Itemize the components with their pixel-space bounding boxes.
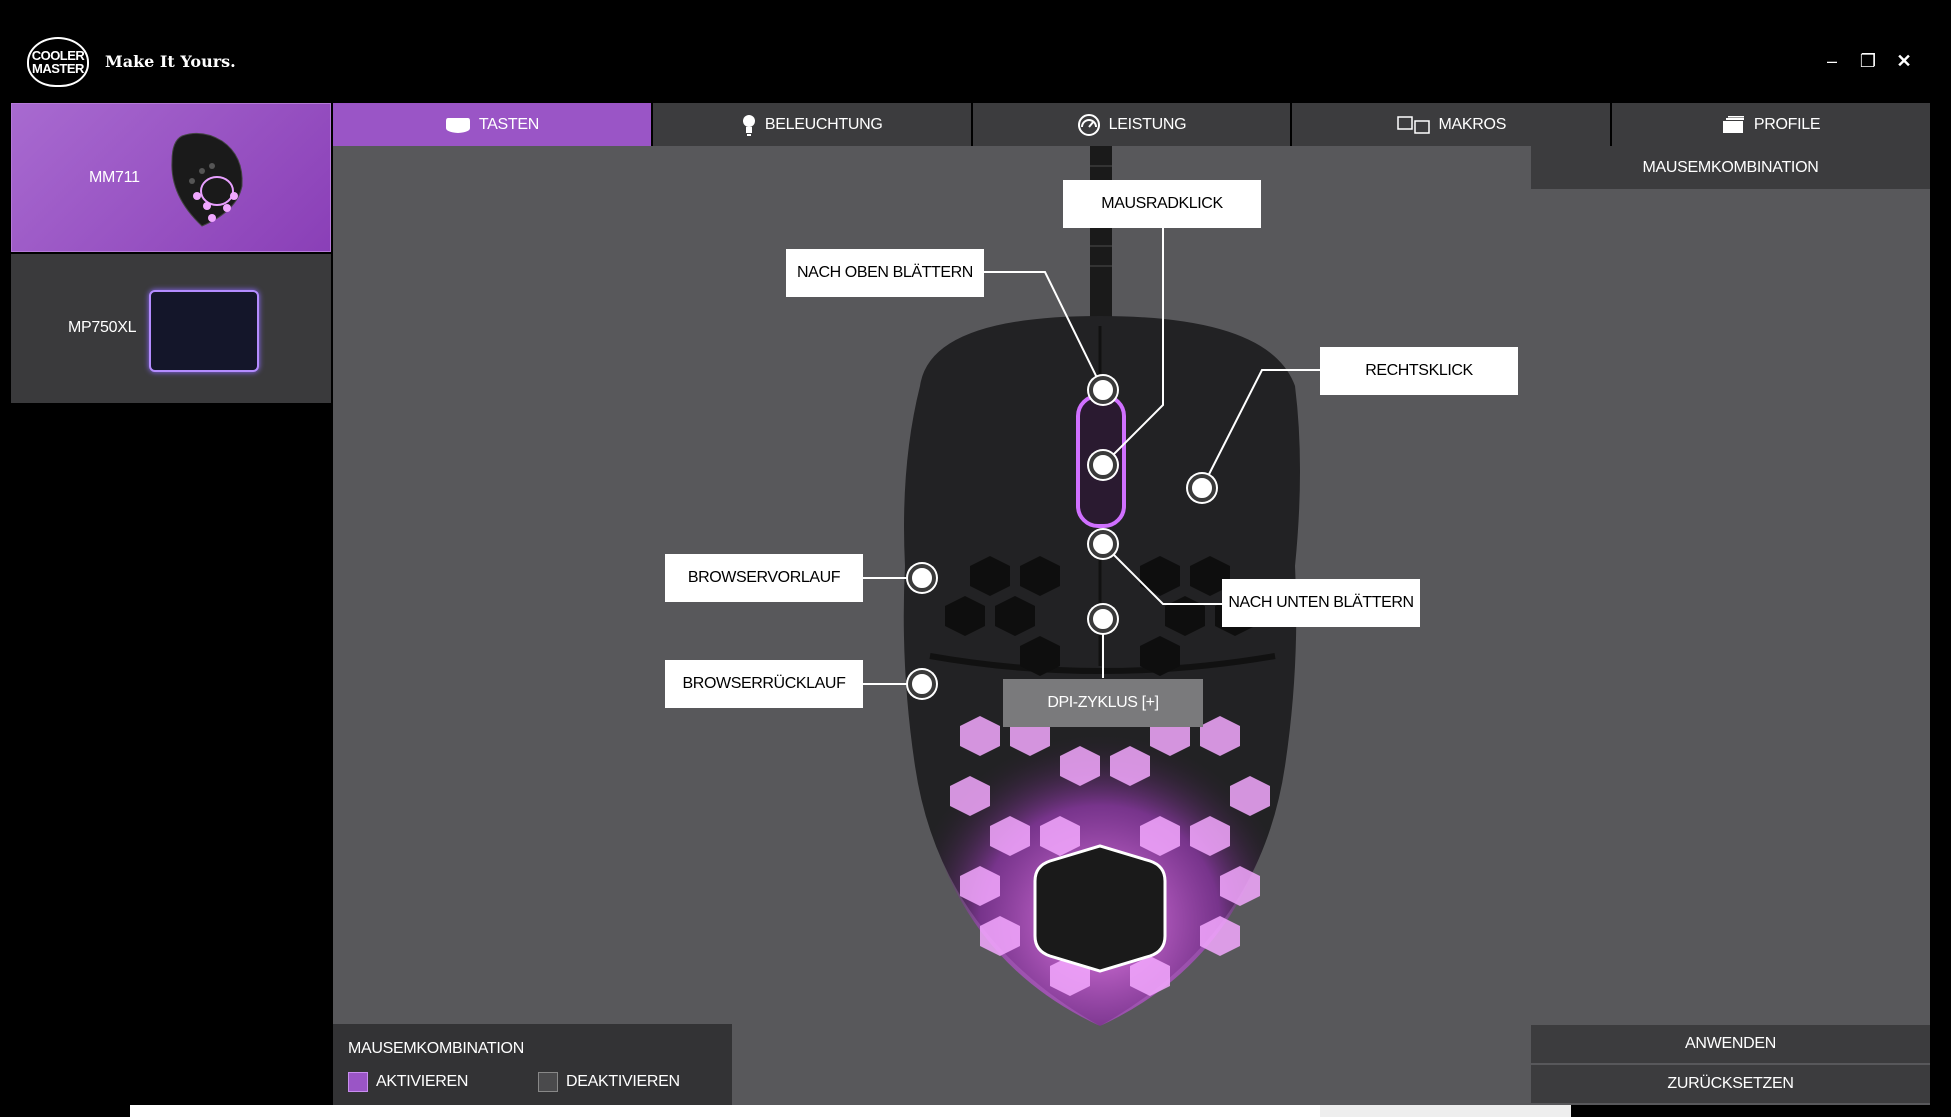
wheel-click-label[interactable]: MAUSRADKLICK xyxy=(1063,180,1261,228)
browser-back-hotspot[interactable] xyxy=(908,564,936,592)
enable-option[interactable]: AKTIVIEREN xyxy=(348,1072,468,1092)
disable-checkbox[interactable] xyxy=(538,1072,558,1092)
right-click-hotspot[interactable] xyxy=(1188,474,1216,502)
scroll-up-hotspot[interactable] xyxy=(1089,376,1117,404)
disable-label: DEAKTIVIEREN xyxy=(566,1073,680,1090)
right-click-label[interactable]: RECHTSKLICK xyxy=(1320,347,1518,395)
scroll-down-hotspot[interactable] xyxy=(1089,530,1117,558)
reset-button[interactable]: ZURÜCKSETZEN xyxy=(1531,1065,1930,1103)
apply-button[interactable]: ANWENDEN xyxy=(1531,1025,1930,1063)
combo-title: MAUSEMKOMBINATION xyxy=(348,1040,524,1057)
browser-back-label[interactable]: BROWSERVORLAUF xyxy=(665,554,863,602)
mouse-combination-panel-header[interactable]: MAUSEMKOMBINATION xyxy=(1531,146,1930,189)
bottom-strip-right xyxy=(1571,1105,1951,1117)
bottom-strip-mid xyxy=(1320,1105,1571,1117)
bottom-strip-left xyxy=(0,1105,130,1117)
enable-checkbox[interactable] xyxy=(348,1072,368,1092)
mouse-combination-toggle: MAUSEMKOMBINATION AKTIVIEREN DEAKTIVIERE… xyxy=(333,1024,732,1105)
dpi-cycle-label[interactable]: DPI-ZYKLUS [+] xyxy=(1003,679,1203,727)
wheel-click-hotspot[interactable] xyxy=(1089,451,1117,479)
disable-option[interactable]: DEAKTIVIEREN xyxy=(538,1072,680,1092)
scroll-up-label[interactable]: NACH OBEN BLÄTTERN xyxy=(786,249,984,297)
app-window: COOLER MASTER Make It Yours. – ❐ ✕ MM711… xyxy=(0,0,1951,1117)
browser-forward-hotspot[interactable] xyxy=(908,670,936,698)
bottom-strip-background xyxy=(130,1105,1320,1117)
enable-label: AKTIVIEREN xyxy=(376,1073,469,1090)
dpi-cycle-hotspot[interactable] xyxy=(1089,605,1117,633)
browser-forward-label[interactable]: BROWSERRÜCKLAUF xyxy=(665,660,863,708)
scroll-down-label[interactable]: NACH UNTEN BLÄTTERN xyxy=(1222,579,1420,627)
